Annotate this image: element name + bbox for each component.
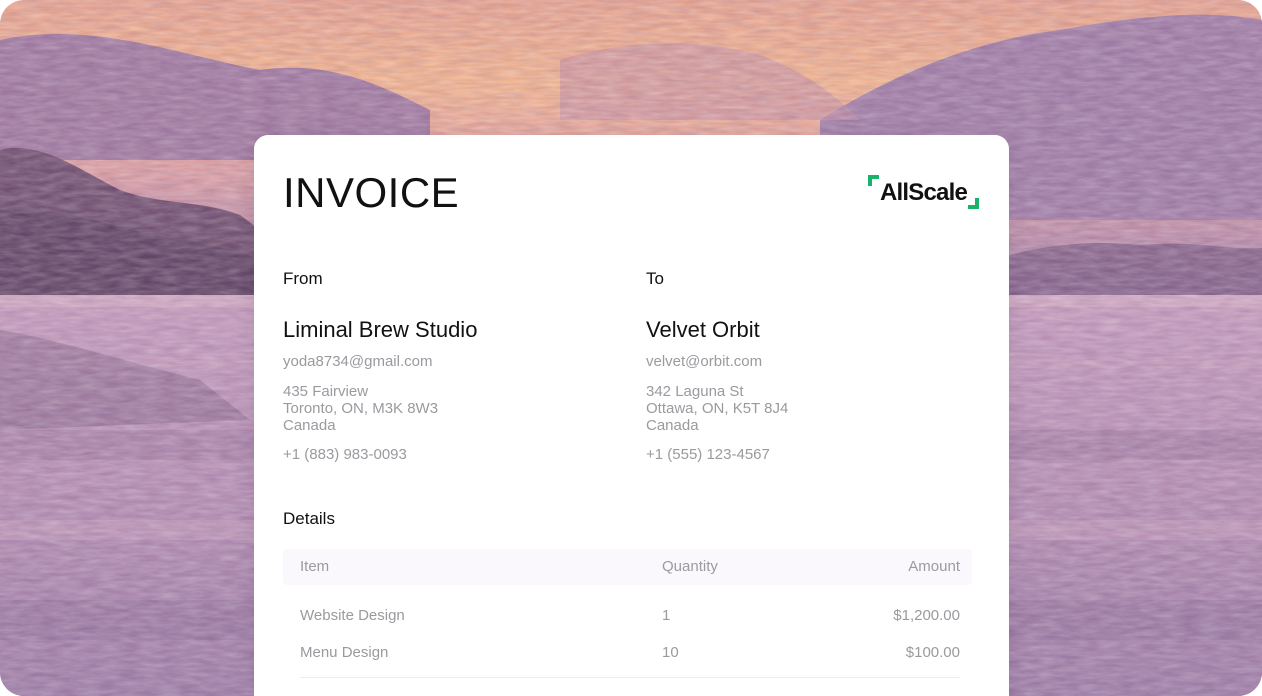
to-address-line: Ottawa, ON, K5T 8J4: [646, 400, 789, 417]
from-address: 435 Fairview Toronto, ON, M3K 8W3 Canada: [283, 383, 583, 434]
table-header: Item Quantity Amount: [283, 549, 972, 585]
table-divider: [300, 677, 960, 678]
details-label: Details: [283, 509, 335, 528]
row-quantity: 10: [662, 644, 679, 661]
row-item: Menu Design: [300, 644, 389, 661]
to-address: 342 Laguna St Ottawa, ON, K5T 8J4 Canada: [646, 383, 946, 434]
to-address-line: 342 Laguna St: [646, 383, 744, 400]
invoice-card: INVOICE AllScale From Liminal Brew Studi…: [254, 135, 1009, 696]
from-email: yoda8734@gmail.com: [283, 353, 433, 370]
to-email: velvet@orbit.com: [646, 353, 763, 370]
invoice-title: INVOICE: [283, 169, 460, 216]
line-items-table: Item Quantity Amount Website Design 1 $1…: [283, 549, 972, 678]
from-phone: +1 (883) 983-0093: [283, 446, 407, 463]
column-header-amount: Amount: [908, 558, 960, 575]
from-name: Liminal Brew Studio: [283, 317, 478, 342]
from-address-line: Canada: [283, 417, 336, 434]
app-window: INVOICE AllScale From Liminal Brew Studi…: [0, 0, 1262, 696]
row-amount: $1,200.00: [893, 607, 960, 624]
from-section: From Liminal Brew Studio yoda8734@gmail.…: [283, 269, 583, 464]
logo-bracket-bottom-right: [968, 198, 979, 209]
table-row: Menu Design 10 $100.00: [283, 632, 972, 669]
to-section: To Velvet Orbit velvet@orbit.com 342 Lag…: [646, 269, 946, 464]
column-header-quantity: Quantity: [662, 558, 718, 575]
from-label: From: [283, 269, 323, 288]
row-amount: $100.00: [905, 644, 960, 661]
to-address-line: Canada: [646, 417, 699, 434]
to-label: To: [646, 269, 664, 288]
from-address-line: Toronto, ON, M3K 8W3: [283, 400, 439, 417]
row-item: Website Design: [300, 607, 405, 624]
row-quantity: 1: [662, 607, 671, 624]
logo-bracket-top-left: [868, 175, 879, 186]
table-row: Website Design 1 $1,200.00: [283, 595, 972, 632]
from-address-line: 435 Fairview: [283, 383, 369, 400]
to-phone: +1 (555) 123-4567: [646, 446, 770, 463]
column-header-item: Item: [300, 558, 330, 575]
allscale-logo: AllScale: [866, 173, 982, 213]
logo-text: AllScale: [880, 179, 968, 206]
to-name: Velvet Orbit: [646, 317, 760, 342]
